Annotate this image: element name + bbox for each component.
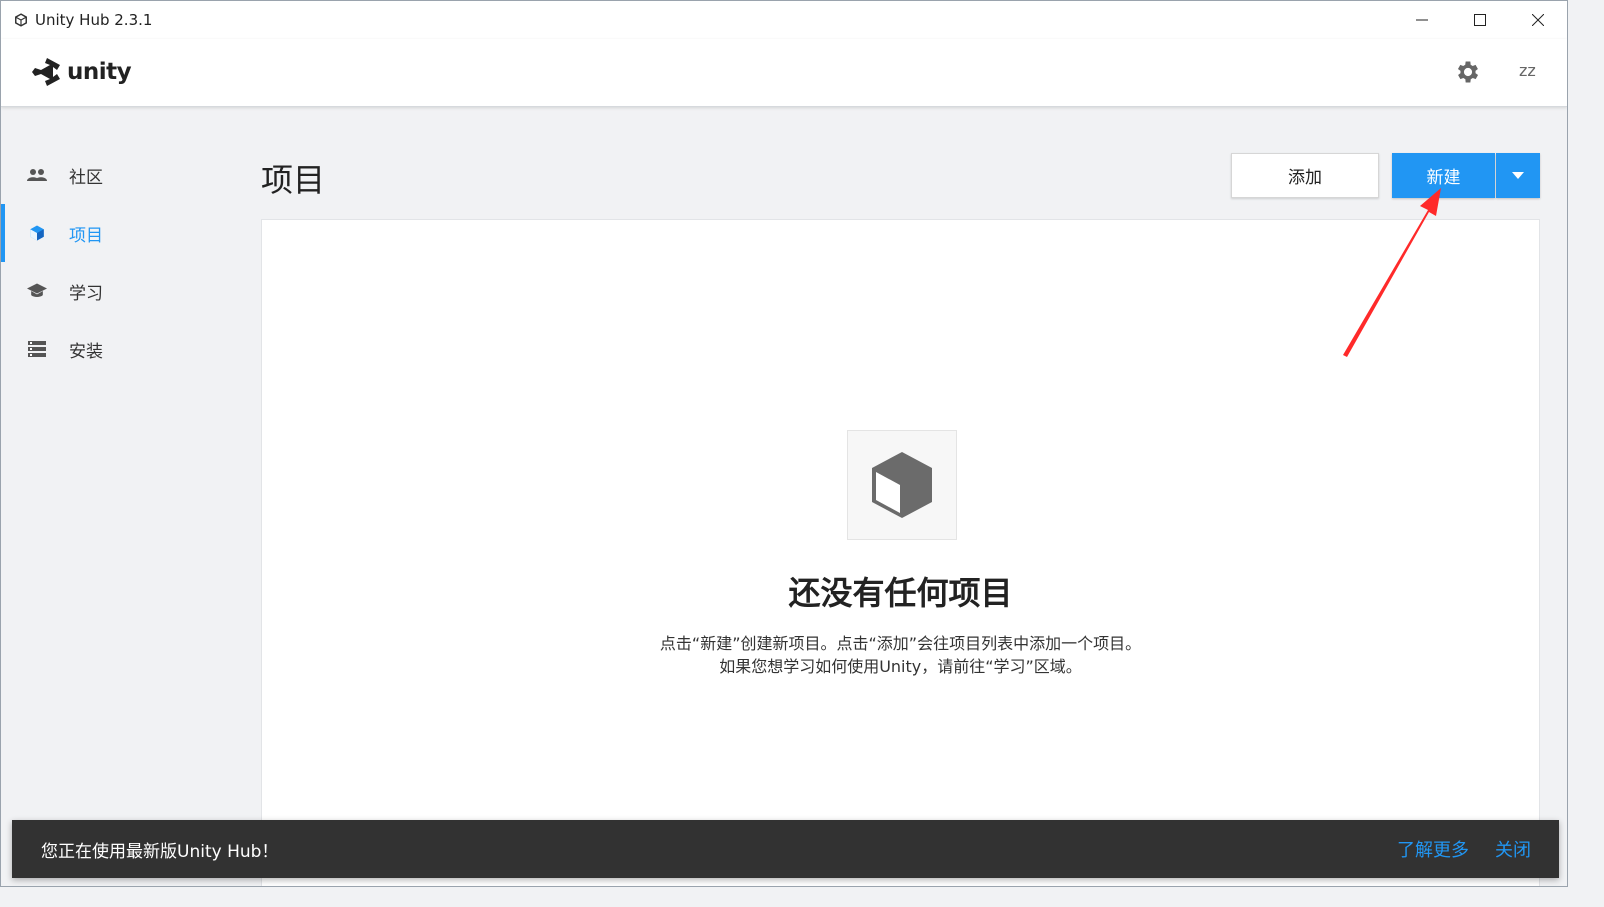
minimize-icon: [1416, 19, 1428, 21]
sidebar-item-projects[interactable]: 项目: [1, 204, 241, 262]
sidebar-item-label: 社区: [69, 167, 103, 188]
toast-message: 您正在使用最新版Unity Hub！: [41, 841, 279, 862]
sidebar-item-label: 项目: [69, 225, 103, 246]
new-project-button[interactable]: 新建: [1392, 153, 1495, 198]
page-title: 项目: [261, 161, 326, 199]
people-icon: [27, 165, 47, 185]
new-project-dropdown-button[interactable]: [1496, 153, 1540, 198]
sidebar: 社区 项目 学习 安装: [1, 146, 241, 378]
unity-hub-window: Unity Hub 2.3.1 unity zz 社区 项目 学习 安装 项目 …: [0, 0, 1568, 887]
minimize-button[interactable]: [1393, 1, 1451, 39]
logo-text: unity: [67, 59, 132, 85]
empty-state-icon-box: [847, 430, 957, 540]
unity-logo: unity: [29, 57, 132, 87]
caret-down-icon: [1512, 172, 1524, 179]
cube-icon: [27, 223, 47, 243]
title-bar: Unity Hub 2.3.1: [1, 1, 1567, 39]
window-controls: [1393, 1, 1567, 39]
settings-button[interactable]: [1454, 58, 1482, 86]
app-header: unity zz: [1, 39, 1567, 107]
graduation-cap-icon: [27, 281, 47, 301]
projects-panel: 还没有任何项目 点击“新建”创建新项目。点击“添加”会往项目列表中添加一个项目。…: [261, 219, 1540, 886]
add-project-button[interactable]: 添加: [1231, 153, 1379, 198]
sidebar-item-label: 学习: [69, 283, 103, 304]
update-toast: 您正在使用最新版Unity Hub！ 了解更多 关闭: [12, 820, 1559, 878]
sidebar-item-label: 安装: [69, 341, 103, 362]
empty-state-title: 还没有任何项目: [788, 574, 1013, 612]
unity-app-icon: [13, 12, 29, 28]
empty-state-line: 点击“新建”创建新项目。点击“添加”会往项目列表中添加一个项目。: [659, 634, 1142, 653]
cube-icon: [872, 452, 932, 518]
maximize-button[interactable]: [1451, 1, 1509, 39]
window-title: Unity Hub 2.3.1: [35, 11, 153, 29]
empty-state-line: 如果您想学习如何使用Unity，请前往“学习”区域。: [719, 657, 1082, 676]
toast-close-button[interactable]: 关闭: [1495, 836, 1531, 862]
close-icon: [1532, 14, 1544, 26]
unity-logo-icon: [32, 58, 60, 86]
user-avatar[interactable]: zz: [1519, 61, 1536, 80]
list-icon: [27, 339, 47, 359]
maximize-icon: [1474, 14, 1486, 26]
sidebar-item-installs[interactable]: 安装: [1, 320, 241, 378]
gear-icon: [1457, 61, 1479, 83]
close-window-button[interactable]: [1509, 1, 1567, 39]
sidebar-item-learn[interactable]: 学习: [1, 262, 241, 320]
sidebar-item-community[interactable]: 社区: [1, 146, 241, 204]
empty-state-description: 点击“新建”创建新项目。点击“添加”会往项目列表中添加一个项目。 如果您想学习如…: [262, 632, 1539, 678]
learn-more-link[interactable]: 了解更多: [1397, 836, 1469, 862]
